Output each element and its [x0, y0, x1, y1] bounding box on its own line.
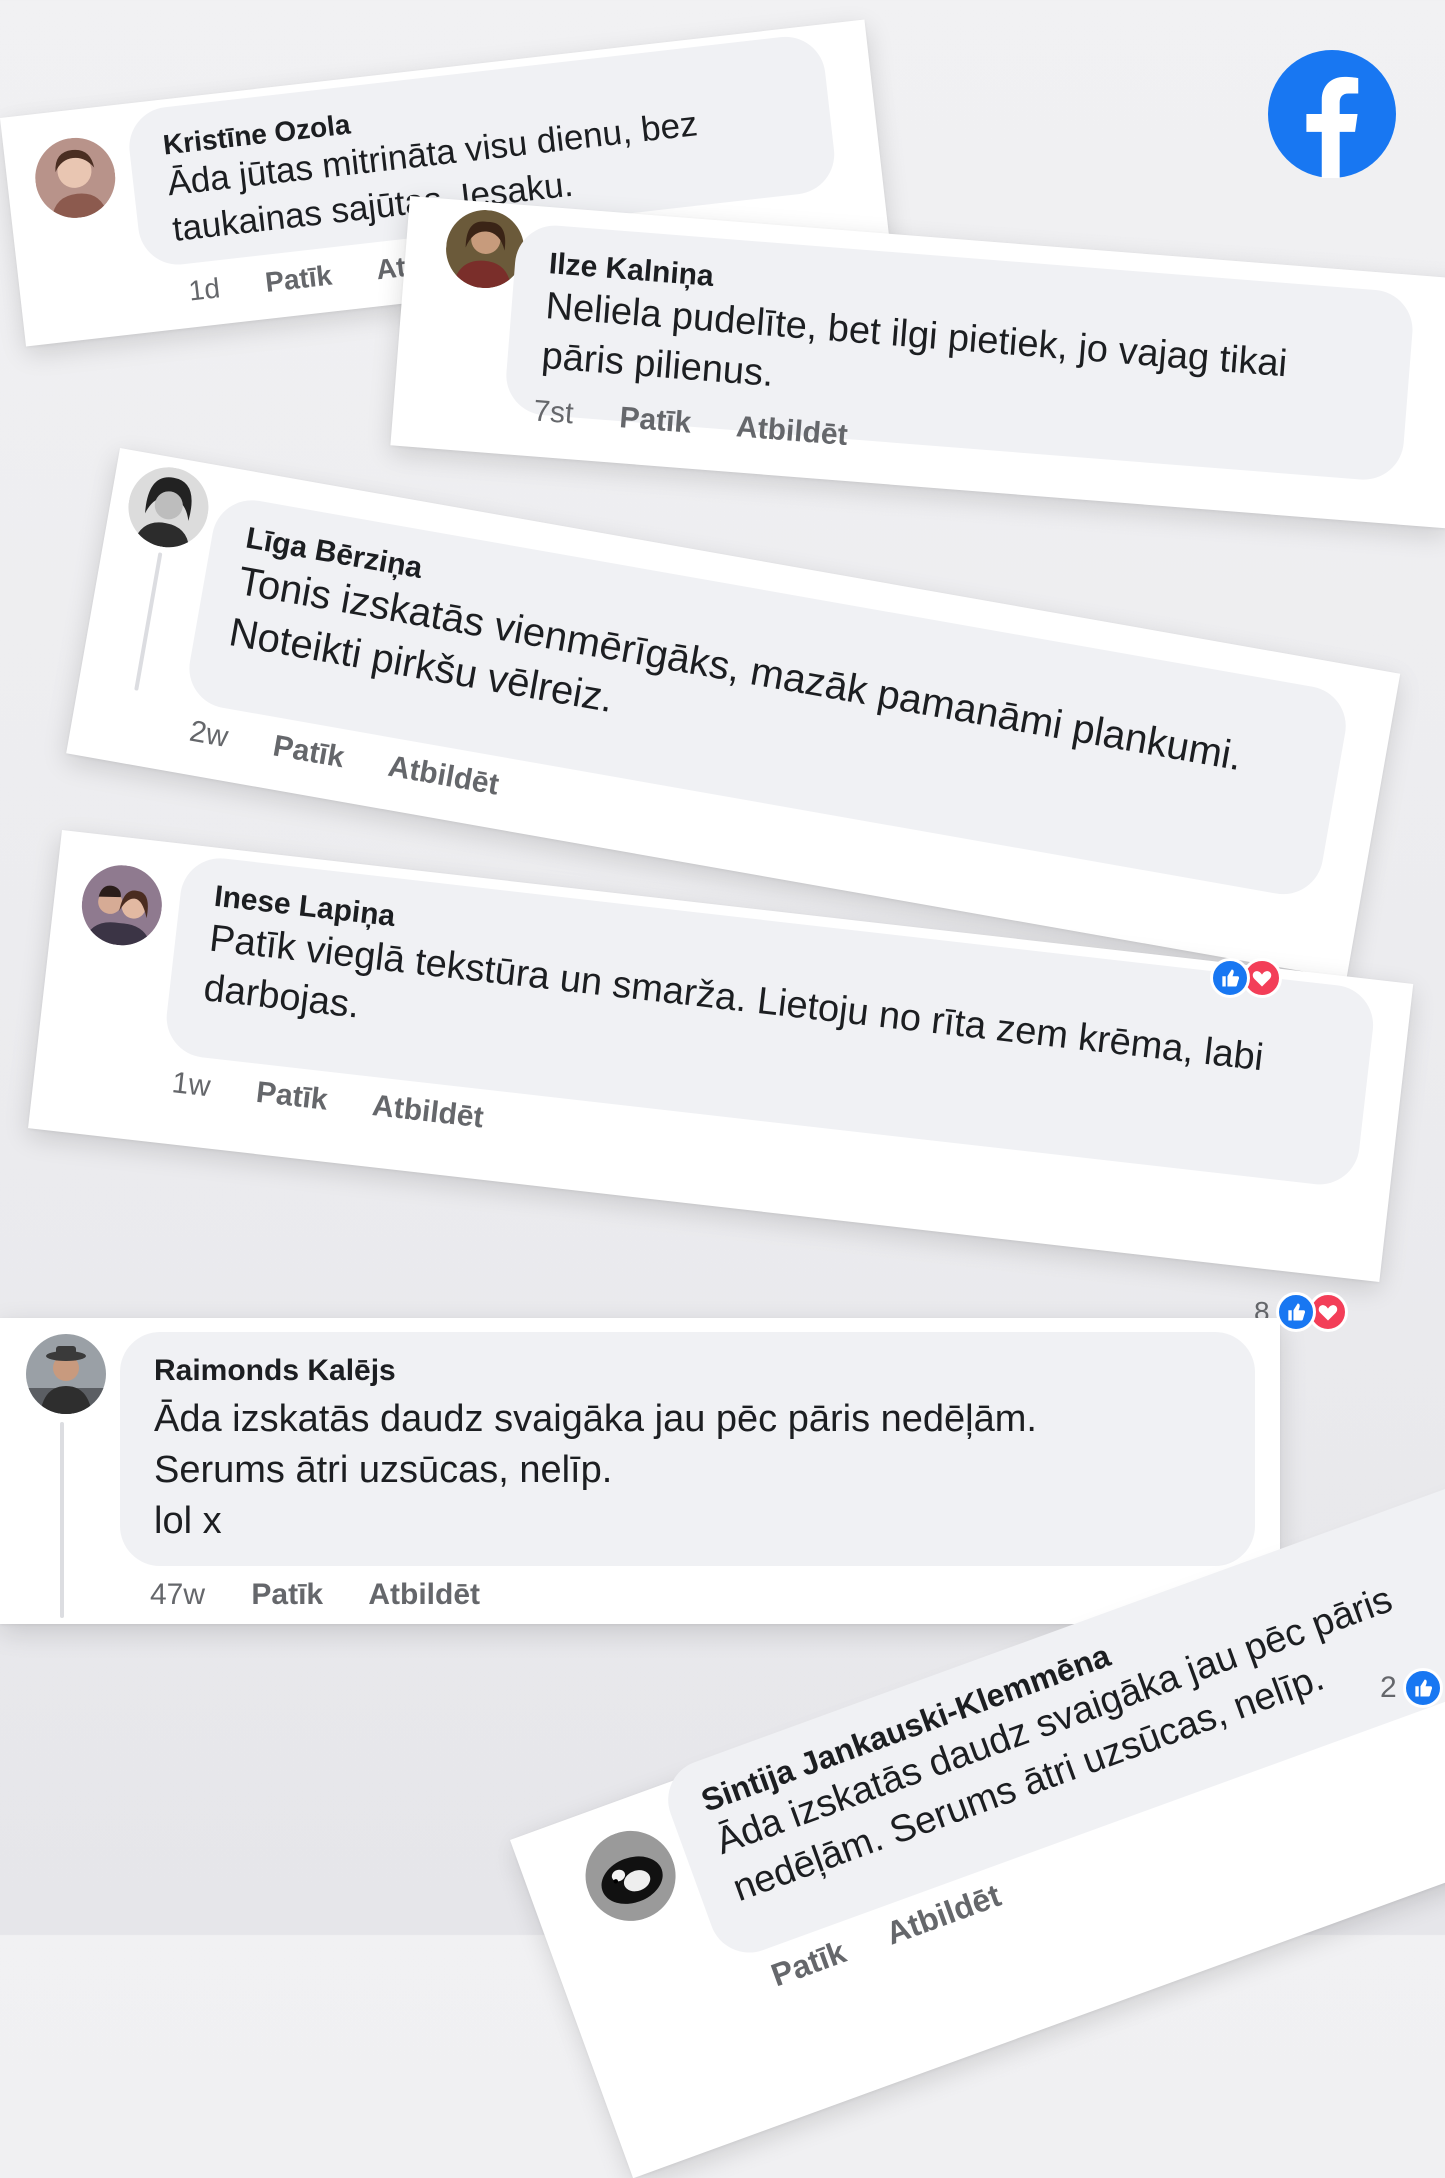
comment-bubble: Līga Bērziņa Tonis izskatās vienmērīgāks… — [183, 493, 1353, 901]
thread-line — [60, 1422, 64, 1618]
comment-bubble: Ilze Kalniņa Neliela pudelīte, bet ilgi … — [503, 222, 1416, 483]
avatar — [77, 860, 167, 950]
comment-card: Ilze Kalniņa Neliela pudelīte, bet ilgi … — [390, 196, 1445, 529]
comment-actions: 47w Patīk Atbildēt — [150, 1578, 518, 1612]
comment-time: 47w — [150, 1578, 206, 1611]
comment-time: 2w — [187, 714, 231, 754]
like-button[interactable]: Patīk — [618, 401, 692, 440]
comment-time: 7st — [532, 394, 575, 431]
reply-button[interactable]: Atbildēt — [371, 1089, 486, 1134]
like-button[interactable]: Patīk — [254, 1076, 329, 1117]
comment-bubble: Raimonds Kalējs Āda izskatās daudz svaig… — [120, 1332, 1255, 1566]
like-button[interactable]: Patīk — [251, 1578, 323, 1611]
comment-time: 1d — [187, 272, 222, 307]
avatar — [122, 460, 215, 554]
reply-button[interactable]: Atbildēt — [386, 750, 502, 802]
like-button[interactable]: Patīk — [264, 260, 334, 298]
comment-card: Raimonds Kalējs Āda izskatās daudz svaig… — [0, 1318, 1280, 1624]
thread-line — [134, 552, 163, 691]
like-reaction-icon — [1209, 958, 1250, 998]
avatar — [572, 1818, 689, 1934]
like-reaction-icon — [1275, 1292, 1316, 1332]
like-button[interactable]: Patīk — [270, 729, 346, 774]
reaction-count: 2 — [1380, 1671, 1397, 1704]
avatar — [30, 133, 120, 223]
reaction-summary[interactable]: 2 — [1380, 1668, 1443, 1708]
facebook-logo-icon — [1268, 50, 1396, 178]
comment-time: 1w — [170, 1066, 213, 1104]
comment-author[interactable]: Raimonds Kalējs — [154, 1354, 1221, 1388]
avatar — [26, 1334, 106, 1414]
like-reaction-icon — [1402, 1668, 1443, 1708]
comment-text: Āda izskatās daudz svaigāka jau pēc pāri… — [154, 1398, 1037, 1542]
reply-button[interactable]: Atbildēt — [368, 1578, 480, 1611]
